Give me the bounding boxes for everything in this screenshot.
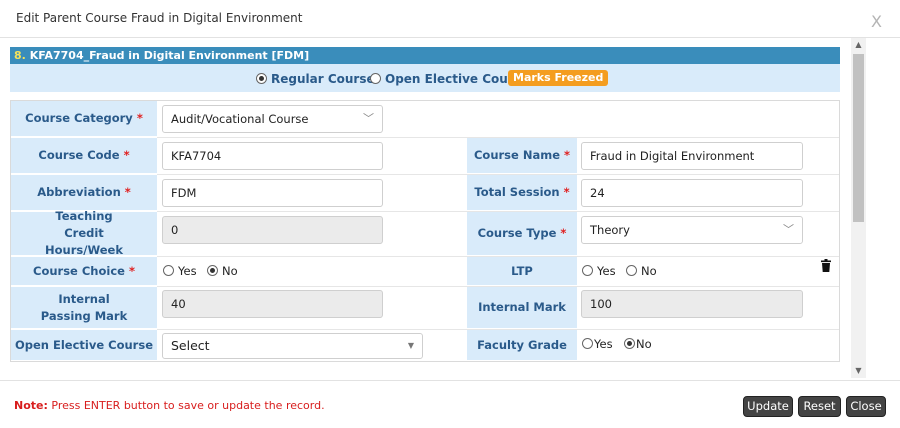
ltp-no-radio[interactable] [626, 265, 637, 276]
open-elective-radio[interactable] [370, 73, 381, 84]
internal-mark-input[interactable]: 100 [581, 290, 803, 318]
ltp-label: LTP [467, 257, 577, 286]
scrollbar[interactable]: ▲ ▼ [851, 38, 866, 378]
modal-header: Edit Parent Course Fraud in Digital Envi… [0, 0, 900, 38]
scroll-down-icon[interactable]: ▼ [851, 364, 866, 378]
scrollbar-thumb[interactable] [853, 54, 864, 222]
close-button[interactable]: Close [846, 396, 886, 417]
faculty-grade-no[interactable]: No [624, 337, 652, 351]
ltp-yes-radio[interactable] [582, 265, 593, 276]
regular-course-radio[interactable] [256, 73, 267, 84]
faculty-grade-label: Faculty Grade [467, 330, 577, 361]
open-elective-option[interactable]: Open Elective Course [370, 72, 529, 86]
regular-course-label: Regular Course [271, 72, 375, 86]
course-category-label: Course Category * [11, 101, 157, 137]
teaching-credit-input[interactable]: 0 [162, 216, 383, 244]
close-icon[interactable]: X [871, 14, 882, 30]
chevron-down-icon: ﹀ [783, 223, 794, 236]
update-button[interactable]: Update [743, 396, 793, 417]
regular-course-option[interactable]: Regular Course [256, 72, 375, 86]
teaching-credit-label: Teaching Credit Hours/Week [11, 209, 157, 257]
course-choice-yes-radio[interactable] [163, 265, 174, 276]
course-type-select[interactable]: Theory ﹀ [581, 216, 803, 244]
internal-passing-input[interactable]: 40 [162, 290, 383, 318]
marks-freezed-badge: Marks Freezed [508, 70, 609, 86]
course-number: 8. [14, 49, 26, 62]
ltp-no[interactable]: No [626, 264, 657, 278]
open-elective-select[interactable]: Select ▼ [162, 333, 423, 359]
internal-mark-label: Internal Mark [467, 287, 577, 329]
trash-icon[interactable] [821, 259, 831, 276]
course-choice-no[interactable]: No [207, 264, 238, 278]
course-choice-label: Course Choice * [11, 257, 157, 286]
course-category-select[interactable]: Audit/Vocational Course ﹀ [162, 105, 383, 133]
course-name-label: Course Name * [467, 138, 577, 174]
scroll-up-icon[interactable]: ▲ [851, 38, 866, 52]
ltp-yes[interactable]: Yes [582, 264, 616, 278]
reset-button[interactable]: Reset [798, 396, 841, 417]
course-name-input[interactable]: Fraud in Digital Environment [581, 142, 803, 170]
caret-down-icon: ▼ [407, 341, 414, 350]
faculty-grade-yes-radio[interactable] [582, 338, 593, 349]
course-choice-no-radio[interactable] [207, 265, 218, 276]
course-choice-yes[interactable]: Yes [163, 264, 197, 278]
save-note: Note: Press ENTER button to save or upda… [14, 399, 325, 412]
abbreviation-input[interactable]: FDM [162, 179, 383, 207]
faculty-grade-yes[interactable]: Yes [582, 337, 613, 351]
course-type-label: Course Type * [467, 212, 577, 256]
faculty-grade-no-radio[interactable] [624, 338, 635, 349]
total-session-input[interactable]: 24 [581, 179, 803, 207]
course-form: Course Category * Audit/Vocational Course… [10, 100, 840, 362]
internal-passing-label: Internal Passing Mark [11, 287, 157, 329]
total-session-label: Total Session * [467, 175, 577, 211]
abbreviation-label: Abbreviation * [11, 175, 157, 211]
course-code-label: Course Code * [11, 138, 157, 174]
modal-title: Edit Parent Course Fraud in Digital Envi… [16, 11, 303, 25]
course-code-input[interactable]: KFA7704 [162, 142, 383, 170]
course-mode-row: Regular Course Open Elective Course Mark… [10, 64, 840, 92]
open-elective-course-label: Open Elective Course [11, 330, 157, 361]
course-title-bar: 8. KFA7704_Fraud in Digital Environment … [10, 47, 840, 64]
chevron-down-icon: ﹀ [363, 112, 374, 125]
course-title: KFA7704_Fraud in Digital Environment [FD… [29, 49, 310, 62]
edit-course-modal: Edit Parent Course Fraud in Digital Envi… [0, 0, 900, 428]
modal-footer: Note: Press ENTER button to save or upda… [0, 380, 900, 428]
